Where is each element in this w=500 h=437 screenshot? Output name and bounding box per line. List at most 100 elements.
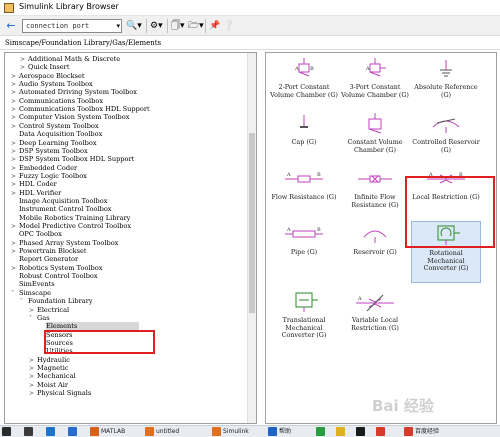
two-port-chamber-icon: AB [269,56,339,82]
tree-item-label: Audio System Toolbox [19,80,93,89]
block-label: Pipe (G) [290,248,318,256]
pin-icon[interactable]: 📌 [209,19,220,33]
search-field[interactable]: ▾ [22,19,122,33]
back-arrow-icon[interactable]: ← [4,19,18,33]
block-label: Absolute Reference (G) [414,83,478,99]
taskbar-item[interactable] [2,426,13,437]
taskbar-item[interactable]: untitled [145,426,179,437]
taskbar-item[interactable]: 帮助 [268,426,291,437]
tree-item-label: Image Acquisition Toolbox [19,196,108,205]
library-block[interactable]: A B Flow Resistance (G) [269,166,339,202]
variable-restriction-icon: A [340,289,410,315]
tree-item-label: Electrical [37,305,70,314]
tree-item-label: Aerospace Blockset [19,71,85,80]
taskbar-item[interactable] [316,426,327,437]
search-input[interactable] [23,20,111,32]
highlight-box-elements [44,330,155,354]
chevron-down-icon[interactable]: ˅ [29,314,37,323]
tree-item-label: Communications Toolbox HDL Support [19,105,150,114]
block-label: Reservoir (G) [353,248,397,256]
help-icon [268,427,277,436]
tree-item-label: Data Acquisition Toolbox [19,130,103,139]
tree-item-label: Gas [37,313,50,322]
simulink-icon [145,427,154,436]
tree-item[interactable]: > Physical Signals [29,389,91,398]
reservoir-icon [340,221,410,247]
library-block[interactable]: A B Pipe (G) [269,221,339,257]
tree-scrollbar-thumb[interactable] [249,133,255,313]
tree-item-label: Hydraulic [37,355,70,364]
app-icon [316,427,325,436]
toolbar-separator [146,19,147,33]
chevron-down-icon[interactable]: ˅ [11,289,19,298]
chevron-right-icon[interactable]: > [29,389,37,398]
tree-item-label: OPC Toolbox [19,230,62,239]
infinite-flow-resistance-icon [340,166,410,192]
new-model-icon[interactable]: 🗍▾ [171,19,185,33]
library-block[interactable]: A Variable Local Restriction (G) [340,289,410,332]
watermark: Bai 经验 [372,397,434,415]
taskbar-item[interactable]: MATLAB [90,426,125,437]
tree-item-label: Powertrain Blockset [19,247,87,256]
toolbar: ← ▾ 🔍▾ ⚙▾ 🗍▾ 🗁▾ 📌 ❔ [0,16,500,36]
gear-icon[interactable]: ⚙▾ [150,19,163,33]
tree-item-label: Physical Signals [37,389,92,397]
tree-item-label: Simscape [19,288,52,297]
binoculars-icon[interactable]: 🔍▾ [126,19,142,33]
tree-item-label: Fuzzy Logic Toolbox [19,171,87,180]
taskbar-label: Simulink [223,428,249,435]
help-icon[interactable]: ❔ [223,19,234,33]
library-block[interactable]: Translational Mechanical Converter (G) [269,289,339,340]
library-block[interactable]: Cap (G) [269,111,339,147]
block-label: Constant Volume Chamber (G) [347,138,403,154]
taskbar-item[interactable]: Simulink [212,426,249,437]
tree-item-label: DSP System Toolbox HDL Support [19,155,135,164]
tree-item-label: Deep Learning Toolbox [19,138,97,147]
tree-item-label: Foundation Library [28,297,93,306]
chevron-down-icon[interactable]: ˅ [20,297,28,306]
simulink-icon [212,427,221,436]
library-block[interactable]: Constant Volume Chamber (G) [340,111,410,154]
tree-item-label: Control System Toolbox [19,121,99,130]
folder-open-icon[interactable]: 🗁▾ [188,19,204,33]
taskbar-item[interactable] [46,426,57,437]
library-block[interactable]: Infinite Flow Resistance (G) [340,166,410,209]
taskbar-item[interactable] [356,426,367,437]
library-block[interactable]: Controlled Reservoir (G) [411,111,481,154]
library-tree[interactable]: > Additional Math & Discrete > Quick Insert… [4,52,257,424]
svg-text:A: A [286,172,291,178]
block-label: Cap (G) [291,138,317,146]
highlight-box-converter [405,176,495,248]
tree-item-label: DSP System Toolbox [19,146,88,155]
taskbar-item[interactable] [336,426,347,437]
svg-text:B: B [317,172,321,178]
chevron-down-icon[interactable]: ▾ [116,21,120,31]
taskbar-label: untitled [156,428,180,435]
breadcrumb: Simscape/Foundation Library/Gas/Elements [0,36,500,50]
tree-item-label: Robust Control Toolbox [19,272,98,281]
taskbar-item[interactable] [68,426,79,437]
svg-text:B: B [317,227,321,233]
controlled-reservoir-icon [411,111,481,137]
library-block[interactable]: A 3-Port Constant Volume Chamber (G) [340,56,410,99]
taskbar-item[interactable] [24,426,35,437]
tree-item-label: HDL Verifier [19,188,62,197]
qq-icon [356,427,365,436]
breadcrumb-path: Simscape/Foundation Library/Gas/Elements [5,39,162,47]
library-block[interactable]: Absolute Reference (G) [411,56,481,99]
library-block[interactable]: Reservoir (G) [340,221,410,257]
taskbar-label: 帮助 [279,428,292,435]
matlab-icon [90,427,99,436]
tree-item-label: Phased Array System Toolbox [19,238,119,247]
edge-icon [46,427,55,436]
svg-text:A: A [365,66,370,72]
chamber-icon [340,111,410,137]
library-block[interactable]: A B 2-Port Constant Volume Chamber (G) [269,56,339,99]
start-icon [2,427,11,436]
tree-item-label: Robotics System Toolbox [19,263,103,272]
search-icon [24,427,33,436]
tree-scrollbar[interactable] [247,53,256,423]
svg-text:A: A [357,296,362,302]
block-label: Translational Mechanical Converter (G) [281,316,327,339]
cs-icon [68,427,77,436]
